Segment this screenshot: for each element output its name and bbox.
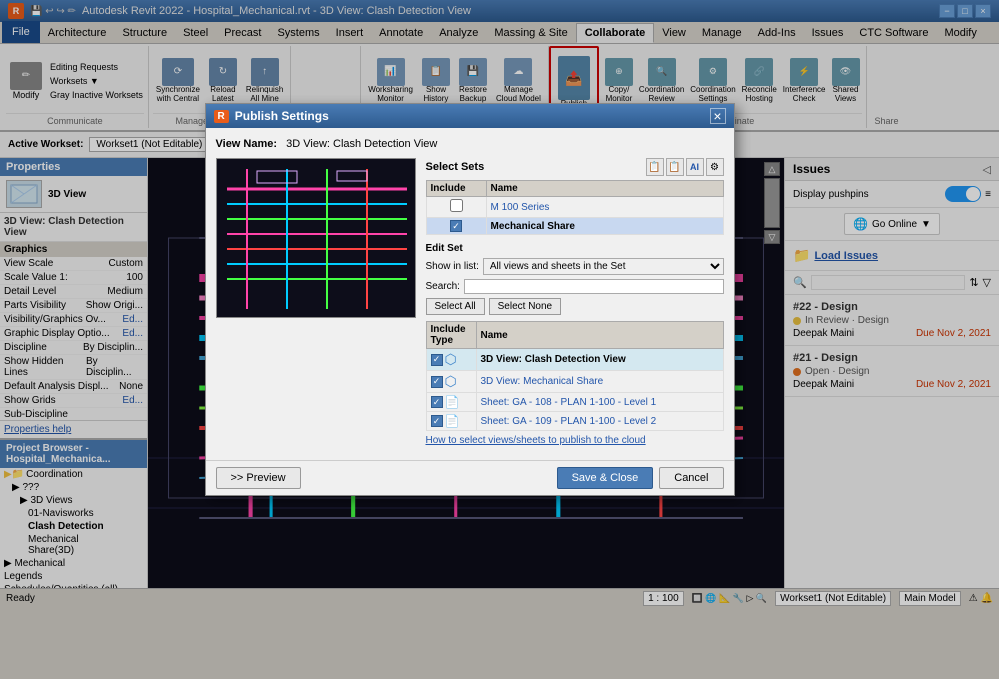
sets-mechanical-checkbox[interactable]: ✓ (450, 220, 462, 232)
sets-row-mechanical-share: ✓ Mechanical Share (426, 218, 723, 235)
sets-toolbar: 📋 📋 AI ⚙ (646, 158, 724, 176)
sets-toolbar-btn2[interactable]: 📋 (666, 158, 684, 176)
sheet-icon-ga108: 📄 (445, 395, 460, 409)
show-in-list-label: Show in list: (426, 261, 479, 272)
sets-include-col: Include (426, 181, 486, 197)
modal-overlay: R Publish Settings × View Name: 3D View:… (0, 0, 999, 679)
select-all-none-row: Select All Select None (426, 298, 724, 315)
modal-footer-btn-group: Save & Close Cancel (557, 467, 724, 489)
sets-name-col: Name (486, 181, 723, 197)
include-table: Include Type Name ✓ ⬡ (426, 321, 724, 431)
sets-toolbar-btn4[interactable]: ⚙ (706, 158, 724, 176)
modal-footer: >> Preview Save & Close Cancel (206, 460, 734, 495)
sets-table: Include Name M 100 Series (426, 180, 724, 235)
cancel-button[interactable]: Cancel (659, 467, 723, 489)
include-ga108-checkbox[interactable]: ✓ (431, 396, 443, 408)
preview-button[interactable]: >> Preview (216, 467, 301, 489)
3dview-icon-mech: ⬡ (445, 373, 457, 390)
include-ga108-name[interactable]: Sheet: GA - 108 - PLAN 1-100 - Level 1 (476, 393, 723, 412)
include-clash-checkbox[interactable]: ✓ (431, 354, 443, 366)
3dview-icon-clash: ⬡ (445, 351, 457, 368)
include-row-mechanical-share: ✓ ⬡ 3D View: Mechanical Share (426, 371, 723, 393)
modal-close-button[interactable]: × (710, 108, 726, 124)
save-close-button[interactable]: Save & Close (557, 467, 654, 489)
modal-view-name-row: View Name: 3D View: Clash Detection View (216, 138, 724, 150)
modal-search-label: Search: (426, 281, 460, 292)
include-mech-checkbox[interactable]: ✓ (431, 376, 443, 388)
include-type-col: Include Type (426, 322, 476, 349)
edit-set-label: Edit Set (426, 243, 724, 254)
show-in-list-row: Show in list: All views and sheets in th… (426, 258, 724, 275)
search-row: Search: (426, 279, 724, 294)
modal-right-col: Select Sets 📋 📋 AI ⚙ Include (426, 158, 724, 450)
include-row-clash-detection: ✓ ⬡ 3D View: Clash Detection View (426, 349, 723, 371)
modal-search-input[interactable] (464, 279, 724, 294)
include-ga109-name[interactable]: Sheet: GA - 109 - PLAN 1-100 - Level 2 (476, 412, 723, 431)
modal-thumbnail (216, 158, 416, 318)
publish-settings-modal: R Publish Settings × View Name: 3D View:… (205, 103, 735, 496)
sets-m100-name[interactable]: M 100 Series (486, 197, 723, 218)
modal-left-col (216, 158, 416, 450)
modal-view-name-label: View Name: (216, 138, 278, 150)
sets-row-m100: M 100 Series (426, 197, 723, 218)
include-clash-name: 3D View: Clash Detection View (476, 349, 723, 371)
include-mech-name[interactable]: 3D View: Mechanical Share (476, 371, 723, 393)
modal-title-label: Publish Settings (235, 109, 329, 123)
modal-body: View Name: 3D View: Clash Detection View (206, 128, 734, 460)
publish-to-cloud-link[interactable]: How to select views/sheets to publish to… (426, 435, 724, 446)
sets-m100-checkbox[interactable] (450, 199, 463, 212)
modal-title-content: R Publish Settings (214, 109, 329, 123)
select-all-button[interactable]: Select All (426, 298, 485, 315)
modal-title-bar: R Publish Settings × (206, 104, 734, 128)
sets-toolbar-ai-btn[interactable]: AI (686, 158, 704, 176)
edit-set-section: Edit Set Show in list: All views and she… (426, 243, 724, 315)
sets-toolbar-btn1[interactable]: 📋 (646, 158, 664, 176)
modal-view-name-value: 3D View: Clash Detection View (286, 138, 437, 150)
include-row-ga109: ✓ 📄 Sheet: GA - 109 - PLAN 1-100 - Level… (426, 412, 723, 431)
sheet-icon-ga109: 📄 (445, 414, 460, 428)
include-name-col-header: Name (476, 322, 723, 349)
include-row-ga108: ✓ 📄 Sheet: GA - 108 - PLAN 1-100 - Level… (426, 393, 723, 412)
include-ga109-checkbox[interactable]: ✓ (431, 415, 443, 427)
select-none-button[interactable]: Select None (489, 298, 561, 315)
select-sets-header-row: Select Sets 📋 📋 AI ⚙ (426, 158, 724, 176)
select-sets-label: Select Sets (426, 161, 485, 173)
show-in-list-select[interactable]: All views and sheets in the Set (483, 258, 724, 275)
modal-revit-icon: R (214, 110, 229, 123)
sets-mechanical-name[interactable]: Mechanical Share (486, 218, 723, 235)
modal-main-row: Select Sets 📋 📋 AI ⚙ Include (216, 158, 724, 450)
